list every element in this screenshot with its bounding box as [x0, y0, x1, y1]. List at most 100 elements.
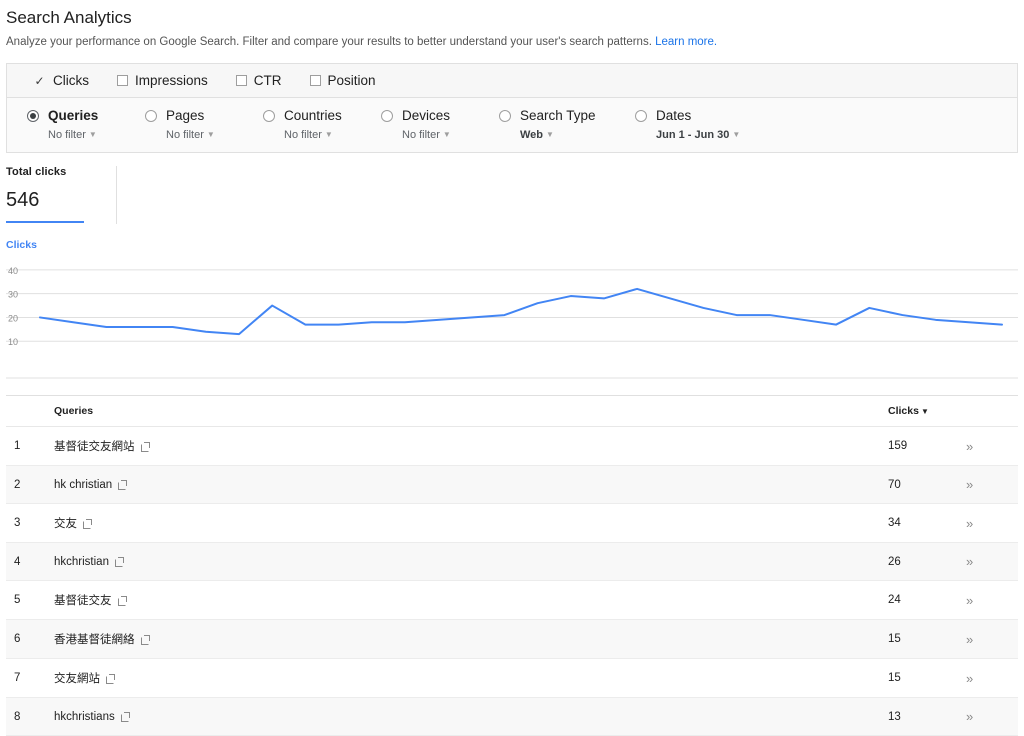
dimension-filter-queries[interactable]: No filter ▼ [48, 129, 97, 141]
external-link-icon[interactable] [140, 634, 150, 645]
external-link-icon[interactable] [106, 673, 115, 684]
table-row[interactable]: 3 交友 34» [6, 503, 1018, 544]
table-row[interactable]: 8 hkchristians 13» [6, 697, 1018, 736]
external-link-icon[interactable] [120, 712, 130, 723]
dimension-countries[interactable]: Countries No filter ▼ [263, 107, 381, 142]
chart-series-line-clicks [39, 288, 1003, 336]
row-query-cell[interactable]: 交友網站 [54, 658, 888, 699]
double-chevron-right-icon[interactable]: » [966, 516, 973, 531]
column-header-action [966, 396, 1018, 428]
chart-y-tick-label: 10 [8, 337, 18, 347]
chart-plot-area[interactable]: 10 20 30 40 [6, 254, 1018, 385]
radio-icon-queries[interactable] [27, 110, 39, 122]
external-link-icon[interactable] [118, 480, 128, 491]
checkbox-icon [309, 75, 321, 86]
table-row[interactable]: 1 基督徒交友網站 159» [6, 426, 1018, 467]
external-link-icon[interactable] [140, 441, 150, 452]
dimension-dates[interactable]: Dates Jun 1 - Jun 30 ▼ [635, 107, 771, 142]
double-chevron-right-icon[interactable]: » [966, 709, 973, 724]
row-query-cell[interactable]: 香港基督徒網絡 [54, 619, 888, 660]
page-description: Analyze your performance on Google Searc… [6, 35, 1024, 49]
row-expand-cell[interactable]: » [966, 658, 1018, 699]
learn-more-link[interactable]: Learn more. [655, 36, 717, 48]
column-header-index [6, 396, 54, 428]
metric-checkbox-clicks[interactable]: ✓ Clicks [33, 73, 89, 88]
double-chevron-right-icon[interactable]: » [966, 477, 973, 492]
double-chevron-right-icon[interactable]: » [966, 632, 973, 647]
chevron-down-icon: ▼ [546, 129, 554, 139]
external-link-icon[interactable] [117, 595, 127, 606]
dimension-queries[interactable]: Queries No filter ▼ [27, 107, 145, 142]
chart-y-tick-label: 30 [8, 290, 18, 300]
row-index: 5 [6, 580, 54, 621]
external-link-icon[interactable] [114, 557, 124, 568]
table-row[interactable]: 5 基督徒交友 24» [6, 580, 1018, 621]
external-link-icon[interactable] [83, 518, 92, 529]
double-chevron-right-icon[interactable]: » [966, 554, 973, 569]
metrics-row: ✓ Clicks Impressions CTR Position [7, 64, 1017, 98]
row-expand-cell[interactable]: » [966, 426, 1018, 467]
row-query-cell[interactable]: hk christian [54, 465, 888, 505]
double-chevron-right-icon[interactable]: » [966, 593, 973, 608]
radio-icon-dates[interactable] [635, 110, 647, 122]
radio-icon-devices[interactable] [381, 110, 393, 122]
table-row[interactable]: 4 hkchristian 26» [6, 542, 1018, 582]
row-query-cell[interactable]: 基督徒交友 [54, 580, 888, 621]
chart-svg: 10 20 30 40 [6, 266, 1018, 379]
row-expand-cell[interactable]: » [966, 580, 1018, 621]
chevron-down-icon: ▼ [206, 129, 215, 139]
row-clicks-value: 26 [888, 542, 966, 582]
metric-checkbox-ctr[interactable]: CTR [235, 73, 282, 88]
total-clicks-value: 546 [6, 189, 40, 212]
metric-checkbox-impressions[interactable]: Impressions [117, 73, 208, 88]
dimension-filter-devices[interactable]: No filter ▼ [402, 129, 451, 141]
dimension-pages[interactable]: Pages No filter ▼ [145, 107, 263, 142]
row-index: 4 [6, 542, 54, 582]
dimension-filter-dates[interactable]: Jun 1 - Jun 30 ▼ [656, 129, 740, 141]
chevron-down-icon: ▼ [324, 129, 333, 139]
radio-icon-pages[interactable] [145, 110, 157, 122]
row-clicks-value: 34 [888, 503, 966, 544]
dimension-devices[interactable]: Devices No filter ▼ [381, 107, 499, 142]
dimension-search-type[interactable]: Search Type Web ▼ [499, 107, 635, 142]
row-query-cell[interactable]: 交友 [54, 503, 888, 544]
row-expand-cell[interactable]: » [966, 697, 1018, 736]
clicks-chart: Clicks 10 20 30 40 [6, 239, 1018, 385]
double-chevron-right-icon[interactable]: » [966, 439, 973, 454]
table-row[interactable]: 7 交友網站 15» [6, 658, 1018, 699]
total-clicks-underline [6, 221, 84, 224]
dimension-filter-search-type[interactable]: Web ▼ [520, 129, 554, 141]
table-row[interactable]: 2 hk christian 70» [6, 465, 1018, 505]
dimension-filter-value-search-type: Web [520, 128, 544, 141]
double-chevron-right-icon[interactable]: » [966, 671, 973, 686]
dimension-filter-value-countries: No filter [284, 128, 322, 141]
row-index: 2 [6, 465, 54, 505]
column-header-clicks[interactable]: Clicks ▼ [888, 396, 966, 428]
table-header: Queries Clicks ▼ [6, 396, 1018, 428]
row-index: 7 [6, 658, 54, 699]
row-expand-cell[interactable]: » [966, 503, 1018, 544]
radio-icon-countries[interactable] [263, 110, 275, 122]
row-expand-cell[interactable]: » [966, 465, 1018, 505]
chevron-down-icon: ▼ [442, 129, 451, 139]
total-clicks-card[interactable]: Total clicks 546 [6, 166, 104, 228]
dimension-filter-countries[interactable]: No filter ▼ [284, 129, 333, 141]
column-header-queries[interactable]: Queries [54, 396, 888, 428]
queries-table: Queries Clicks ▼ 1 基督徒交友網站 159» 2 hk christia… [6, 396, 1018, 736]
row-expand-cell[interactable]: » [966, 619, 1018, 660]
row-query-cell[interactable]: 基督徒交友網站 [54, 426, 888, 467]
row-expand-cell[interactable]: » [966, 542, 1018, 582]
row-query-cell[interactable]: hkchristians [54, 697, 888, 736]
row-clicks-value: 15 [888, 619, 966, 660]
dimension-label-pages: Pages [166, 108, 205, 123]
dimension-filter-pages[interactable]: No filter ▼ [166, 129, 215, 141]
row-clicks-value: 159 [888, 426, 966, 467]
chart-y-tick-label: 20 [8, 314, 18, 324]
table-row[interactable]: 6 香港基督徒網絡 15» [6, 619, 1018, 660]
radio-icon-search-type[interactable] [499, 110, 511, 122]
row-query-cell[interactable]: hkchristian [54, 542, 888, 582]
metric-checkbox-position[interactable]: Position [309, 73, 376, 88]
sort-descending-icon: ▼ [920, 407, 929, 417]
chevron-down-icon: ▼ [88, 129, 97, 139]
dimension-filter-value-dates: Jun 1 - Jun 30 [656, 128, 730, 141]
